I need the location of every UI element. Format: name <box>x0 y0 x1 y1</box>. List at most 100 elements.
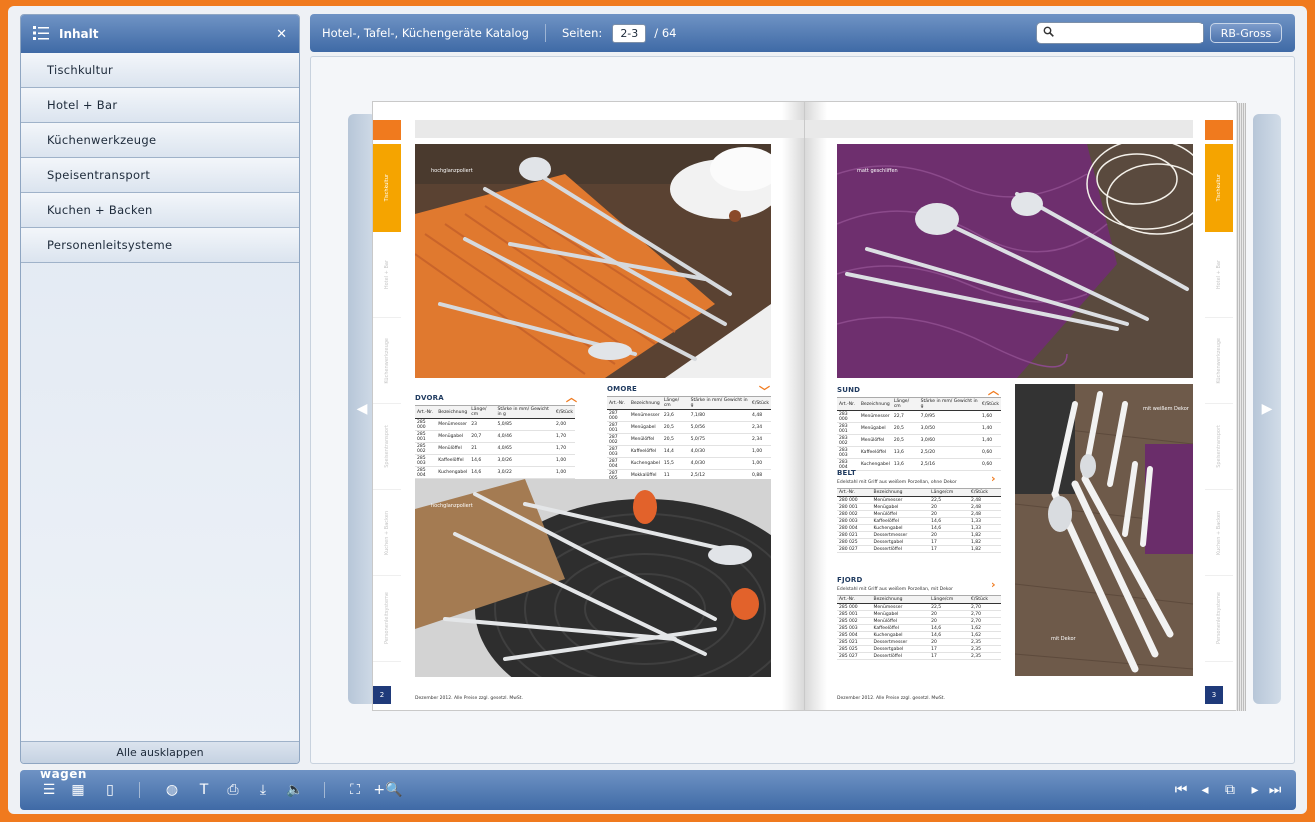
table-cell: 1,33 <box>969 524 1001 532</box>
column-header: €/Stück <box>969 488 1001 497</box>
divider <box>139 782 140 798</box>
page-footer: Dezember 2012. Alle Preise zzgl. gesetzl… <box>837 696 945 701</box>
toc-icon[interactable]: ☰ <box>40 781 58 799</box>
table-cell: 287 004 <box>607 457 629 470</box>
table-cell: 285 000 <box>837 603 872 611</box>
sidebar-item-hotel-bar[interactable]: Hotel + Bar <box>21 88 299 123</box>
table-header-row: Art.-Nr. Bezeichnung Länge/ cm Stärke in mm… <box>415 405 575 419</box>
table-cell: 1,00 <box>554 466 575 479</box>
previous-icon[interactable]: ◂ <box>1196 781 1214 799</box>
catalog-page-right[interactable]: Tischkultur Hotel + Bar Küchenwerkzeuge Spe… <box>804 101 1237 711</box>
side-tab[interactable]: Hotel + Bar <box>373 232 401 318</box>
table-cell: 17 <box>929 538 970 546</box>
table-cell: 1,70 <box>554 430 575 443</box>
table-cell: 23 <box>469 418 496 431</box>
table-cell: 22,7 <box>891 410 919 423</box>
sidebar-item-kuchen-backen[interactable]: Kuchen + Backen <box>21 193 299 228</box>
table-cell: Kuchengabel <box>871 524 930 532</box>
sidebar-item-speisentransport[interactable]: Speisentransport <box>21 158 299 193</box>
column-header: Art.-Nr. <box>607 396 629 410</box>
side-tab-label: Küchenwerkzeuge <box>384 337 390 384</box>
table-cell: 287 000 <box>607 409 629 422</box>
speaker-icon[interactable]: 🔈 <box>286 781 304 799</box>
thumbnails-grid-icon[interactable]: ▦ <box>69 781 87 799</box>
page-viewer: ◀ ▶ Tischkultur Hotel + Bar Küchenwerkzeug… <box>310 56 1295 764</box>
zoom-in-icon[interactable]: +🔍 <box>373 781 402 799</box>
bookmark-icon[interactable]: ▯ <box>101 781 119 799</box>
print-icon[interactable]: ⎙ <box>224 781 242 799</box>
search-input[interactable] <box>1058 24 1203 42</box>
product-name: BELT <box>837 469 856 477</box>
divider <box>324 782 325 798</box>
table-cell: 14,6 <box>469 454 496 467</box>
table-cell: Kaffeelöffel <box>628 445 662 458</box>
photo-label: mit weißem Dekor <box>1143 406 1189 412</box>
table-cell: Menügabel <box>628 421 662 434</box>
side-tab[interactable]: Personenleitsysteme <box>1205 576 1233 662</box>
side-tab[interactable]: Küchenwerkzeuge <box>1205 318 1233 404</box>
side-tab[interactable]: Kuchen + Backen <box>373 490 401 576</box>
table-cell: 5,0/75 <box>688 433 751 446</box>
table-cell: Kuchengabel <box>436 466 470 479</box>
side-tab[interactable]: Speisentransport <box>373 404 401 490</box>
expand-all-button[interactable]: Alle ausklappen <box>21 741 299 763</box>
table-cell: 1,62 <box>969 631 1001 639</box>
sidebar-item-küchenwerkzeuge[interactable]: Küchenwerkzeuge <box>21 123 299 158</box>
table-cell: 20 <box>929 638 970 646</box>
table-cell: 2,34 <box>750 421 771 434</box>
sidebar-item-personenleitsysteme[interactable]: Personenleitsysteme <box>21 228 299 263</box>
table-cell: 23,6 <box>661 409 689 422</box>
side-tab[interactable]: Tischkultur <box>373 144 401 232</box>
top-toolbar: Hotel-, Tafel-, Küchengeräte Katalog Sei… <box>310 14 1295 52</box>
table-cell: 2,00 <box>554 418 575 431</box>
column-header: Art.-Nr. <box>837 595 872 604</box>
table-cell: 283 001 <box>837 422 859 435</box>
table-cell: 20 <box>929 531 970 539</box>
table-cell: 285 025 <box>837 645 872 653</box>
catalog-page-left[interactable]: Tischkultur Hotel + Bar Küchenwerkzeuge Spe… <box>372 101 805 711</box>
chevron-right-icon[interactable]: › <box>991 472 996 485</box>
rb-gross-button[interactable]: RB-Gross <box>1210 23 1282 43</box>
chevron-up-icon[interactable]: ︿ <box>566 389 577 405</box>
next-page-button[interactable]: ▶ <box>1253 114 1281 704</box>
side-tab[interactable]: Speisentransport <box>1205 404 1233 490</box>
page-edges <box>1236 103 1246 711</box>
text-mode-icon[interactable]: T <box>195 781 213 799</box>
table-cell: 14,4 <box>661 445 689 458</box>
side-tab[interactable]: Kuchen + Backen <box>1205 490 1233 576</box>
side-tab[interactable]: Personenleitsysteme <box>373 576 401 662</box>
chevron-up-icon[interactable]: ︿ <box>988 382 999 398</box>
column-header: Länge/cm <box>929 595 970 604</box>
product-omore: OMORE Art.-Nr. Bezeichnung Länge/ cm Stärke… <box>607 385 771 482</box>
close-icon[interactable]: ✕ <box>276 27 287 42</box>
side-tab[interactable]: Küchenwerkzeuge <box>373 318 401 404</box>
table-cell: 280 002 <box>837 510 872 518</box>
table-cell: 1,40 <box>980 422 1001 435</box>
side-tab-label: Speisentransport <box>384 425 390 468</box>
fullscreen-icon[interactable]: ⛶ <box>346 781 364 799</box>
table-cell: Kaffeelöffel <box>871 624 930 632</box>
download-icon[interactable]: ⤓ <box>254 781 272 799</box>
page-view-icon[interactable]: ⧉ <box>1219 781 1241 799</box>
next-icon[interactable]: ▸ <box>1246 781 1264 799</box>
table-cell: 1,00 <box>750 445 771 458</box>
table-row: 285 002 Menülöffel 21 4,0/65 1,70 <box>415 442 575 455</box>
table-cell: 5,0/56 <box>688 421 751 434</box>
table-cell: 2,5/20 <box>918 446 981 459</box>
table-cell: Menügabel <box>858 422 892 435</box>
table-row: 285 004 Kuchengabel 14,6 3,0/22 1,00 <box>415 466 575 479</box>
chevron-right-icon[interactable]: › <box>991 578 996 591</box>
side-tab[interactable]: Hotel + Bar <box>1205 232 1233 318</box>
side-tab-label: Hotel + Bar <box>384 259 390 290</box>
chevron-down-icon[interactable]: ﹀ <box>759 383 770 399</box>
page-number-input[interactable]: 2-3 <box>612 23 647 43</box>
side-tab[interactable]: Tischkultur <box>1205 144 1233 232</box>
sidebar-item-tischkultur[interactable]: Tischkultur <box>21 53 299 88</box>
last-page-icon[interactable]: ⏭ <box>1266 781 1284 799</box>
table-row: 287 003 Kaffeelöffel 14,4 4,0/30 1,00 <box>607 445 771 458</box>
table-cell: 283 003 <box>837 446 859 459</box>
table-cell: 280 025 <box>837 538 872 546</box>
globe-icon[interactable]: ◍ <box>163 781 181 799</box>
first-page-icon[interactable]: ⏮ <box>1172 781 1190 799</box>
table-cell: Kuchengabel <box>871 631 930 639</box>
